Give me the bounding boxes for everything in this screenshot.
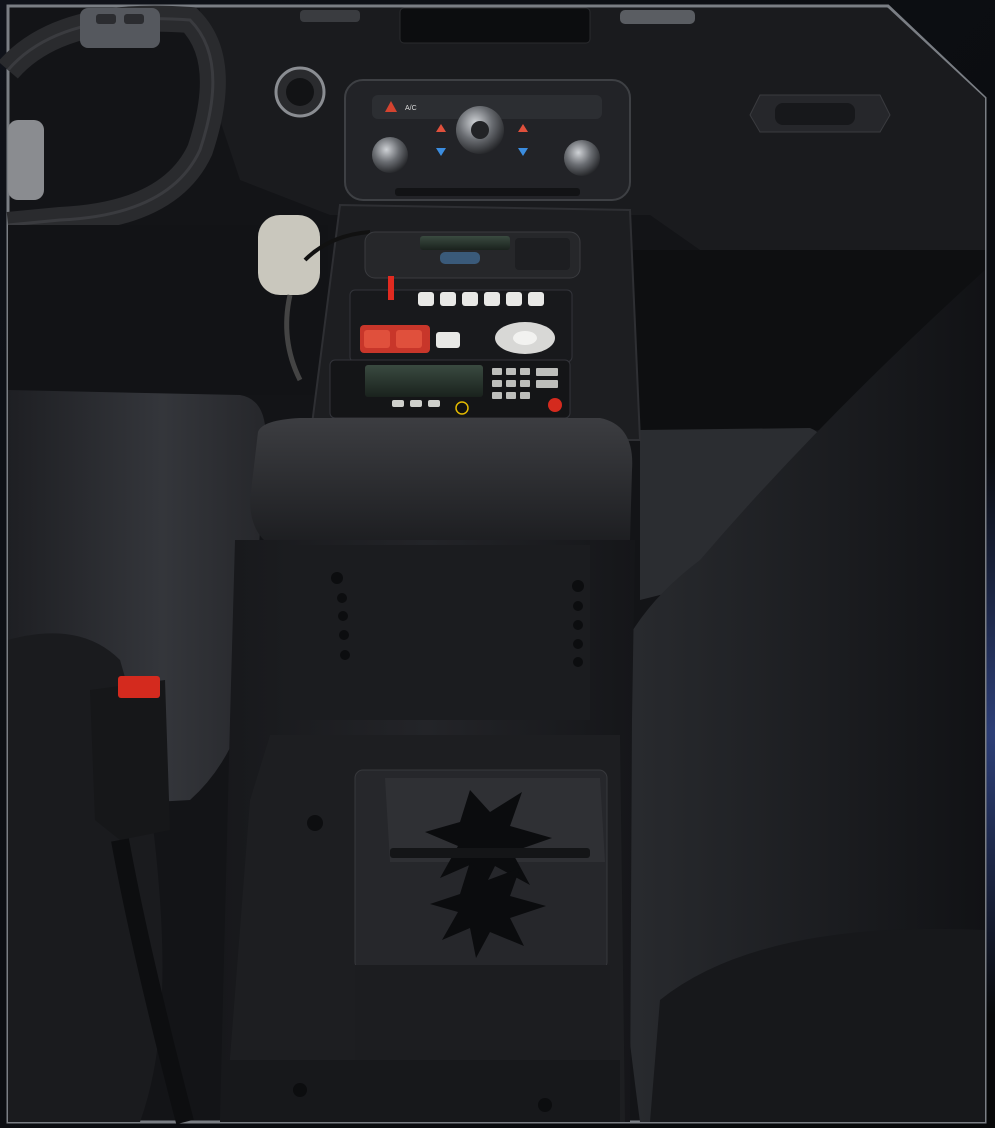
console-base — [355, 965, 610, 1065]
seatbelt-buckle — [90, 680, 170, 840]
armrest — [250, 418, 633, 550]
console-screw — [307, 815, 323, 831]
ac-label: A/C — [405, 105, 417, 112]
glovebox-handle-recess — [775, 103, 855, 125]
infotainment-screen — [399, 7, 591, 44]
steering-wheel-spoke — [8, 120, 44, 200]
siren-red-button — [364, 330, 390, 348]
temp-knob-right — [564, 140, 600, 176]
cup-holder-divider — [390, 848, 590, 858]
emergency-button — [548, 398, 562, 412]
vent-left — [300, 10, 360, 22]
console-front-panel — [290, 545, 590, 720]
temp-knob-left — [372, 137, 408, 173]
control-knob — [455, 401, 469, 415]
cd-slot — [395, 188, 580, 196]
radio-key — [440, 252, 480, 264]
console-floor-mount — [225, 1060, 620, 1122]
fan-knob-center — [471, 121, 489, 139]
seatbelt-buckle-icon — [118, 676, 160, 698]
photo: A/C — [0, 4, 987, 1125]
radio-speaker — [515, 238, 570, 270]
hvac-panel: A/C — [344, 79, 631, 201]
steering-wheel-controls — [80, 8, 160, 48]
control-head-display — [365, 365, 483, 397]
siren-button — [418, 292, 434, 306]
police-console-photo: A/C — [0, 0, 995, 1128]
vent-right — [620, 10, 695, 24]
engine-start-button-center — [286, 78, 314, 106]
radio-display — [420, 236, 510, 250]
siren-toggle — [388, 276, 394, 300]
